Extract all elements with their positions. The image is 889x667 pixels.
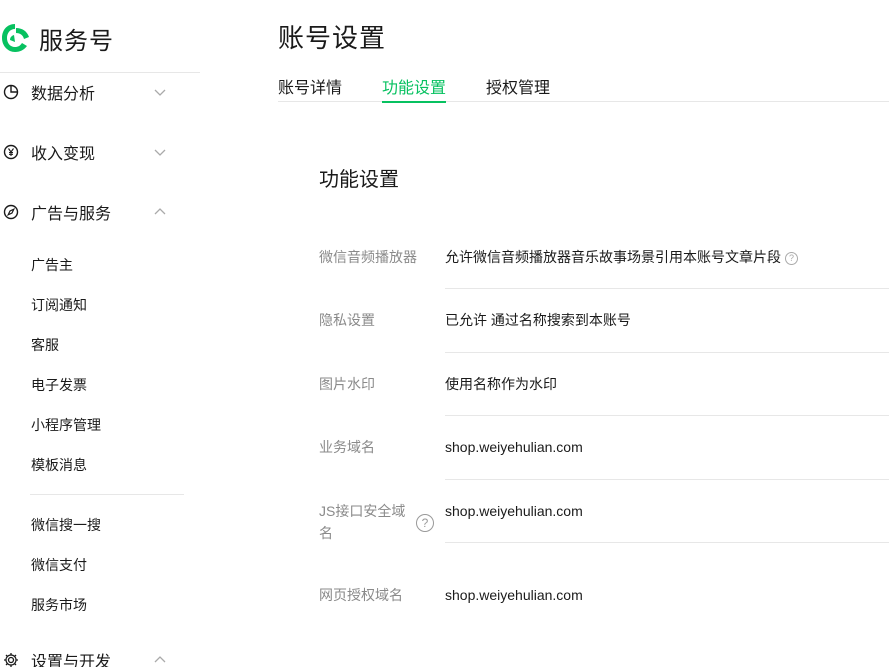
card-title: 功能设置	[319, 169, 399, 191]
sidebar-item-customer-service[interactable]: 客服	[31, 333, 59, 357]
divider	[445, 288, 889, 289]
sidebar-group-ads-services[interactable]: 广告与服务	[0, 192, 180, 232]
sidebar-group-settings-dev[interactable]: 设置与开发	[0, 640, 180, 667]
sidebar-item-e-invoice[interactable]: 电子发票	[31, 373, 87, 397]
setting-value: 使用名称作为水印	[445, 376, 557, 392]
divider	[445, 415, 889, 416]
settings-card: 功能设置 微信音频播放器 允许微信音频播放器音乐故事场景引用本账号文章片段? 隐…	[278, 126, 889, 667]
sidebar-group-label: 收入变现	[31, 146, 96, 163]
sidebar-item-advertiser[interactable]: 广告主	[31, 253, 73, 277]
sidebar-item-mini-program[interactable]: 小程序管理	[31, 413, 101, 437]
setting-value: 已允许 通过名称搜索到本账号	[445, 312, 631, 328]
sidebar-item-wechat-pay[interactable]: 微信支付	[31, 553, 87, 577]
yen-icon	[3, 144, 19, 160]
setting-label: JS接口安全域名	[319, 503, 406, 541]
tab-account-details[interactable]: 账号详情	[278, 74, 342, 102]
sidebar-group-label: 广告与服务	[31, 206, 112, 223]
divider	[445, 352, 889, 353]
main-content: 账号设置 账号详情 功能设置 授权管理 功能设置 微信音频播放器 允许微信音频播…	[278, 0, 889, 667]
setting-label: 网页授权域名	[319, 587, 403, 603]
tab-bar: 账号详情 功能设置 授权管理	[278, 72, 889, 103]
brand[interactable]: 服务号	[0, 20, 114, 56]
setting-label: 图片水印	[319, 376, 375, 392]
sidebar-item-template-message[interactable]: 模板消息	[31, 453, 87, 477]
setting-value: shop.weiyehulian.com	[445, 587, 583, 603]
page-title: 账号设置	[278, 23, 387, 53]
sidebar-item-service-market[interactable]: 服务市场	[31, 593, 87, 617]
sidebar: 服务号 数据分析 收入变现 广告与服务 广告主 订阅通知 客服 电子发票 小程序…	[0, 0, 278, 667]
page-header: 账号设置 账号详情 功能设置 授权管理	[278, 0, 889, 126]
setting-label: 业务域名	[319, 439, 375, 455]
gear-icon	[3, 652, 19, 667]
chevron-down-icon	[154, 149, 166, 156]
sidebar-group-label: 设置与开发	[31, 654, 112, 667]
sidebar-group-label: 数据分析	[31, 86, 96, 103]
brand-logo-icon	[2, 24, 29, 52]
chevron-up-icon	[154, 656, 166, 663]
divider	[30, 494, 184, 495]
chevron-down-icon	[154, 89, 166, 96]
brand-name: 服务号	[39, 27, 114, 55]
tab-feature-settings[interactable]: 功能设置	[382, 74, 447, 103]
tab-authorization[interactable]: 授权管理	[486, 74, 550, 102]
help-icon[interactable]: ?	[785, 251, 798, 265]
divider	[445, 479, 889, 480]
sidebar-group-data-analysis[interactable]: 数据分析	[0, 72, 180, 112]
setting-label: 隐私设置	[319, 312, 375, 328]
divider	[445, 542, 889, 543]
help-icon[interactable]: ?	[416, 514, 434, 532]
chevron-up-icon	[154, 208, 166, 215]
sidebar-item-wechat-search[interactable]: 微信搜一搜	[31, 513, 101, 537]
setting-value: 允许微信音频播放器音乐故事场景引用本账号文章片段?	[445, 246, 798, 268]
setting-value: shop.weiyehulian.com	[445, 503, 583, 519]
setting-value-text: 允许微信音频播放器音乐故事场景引用本账号文章片段	[445, 249, 781, 265]
sidebar-item-subscription-notice[interactable]: 订阅通知	[31, 293, 87, 317]
compass-icon	[3, 204, 19, 220]
sidebar-group-monetization[interactable]: 收入变现	[0, 132, 180, 172]
pie-chart-icon	[3, 84, 19, 100]
setting-label: 微信音频播放器	[319, 249, 417, 265]
setting-value: shop.weiyehulian.com	[445, 439, 583, 455]
